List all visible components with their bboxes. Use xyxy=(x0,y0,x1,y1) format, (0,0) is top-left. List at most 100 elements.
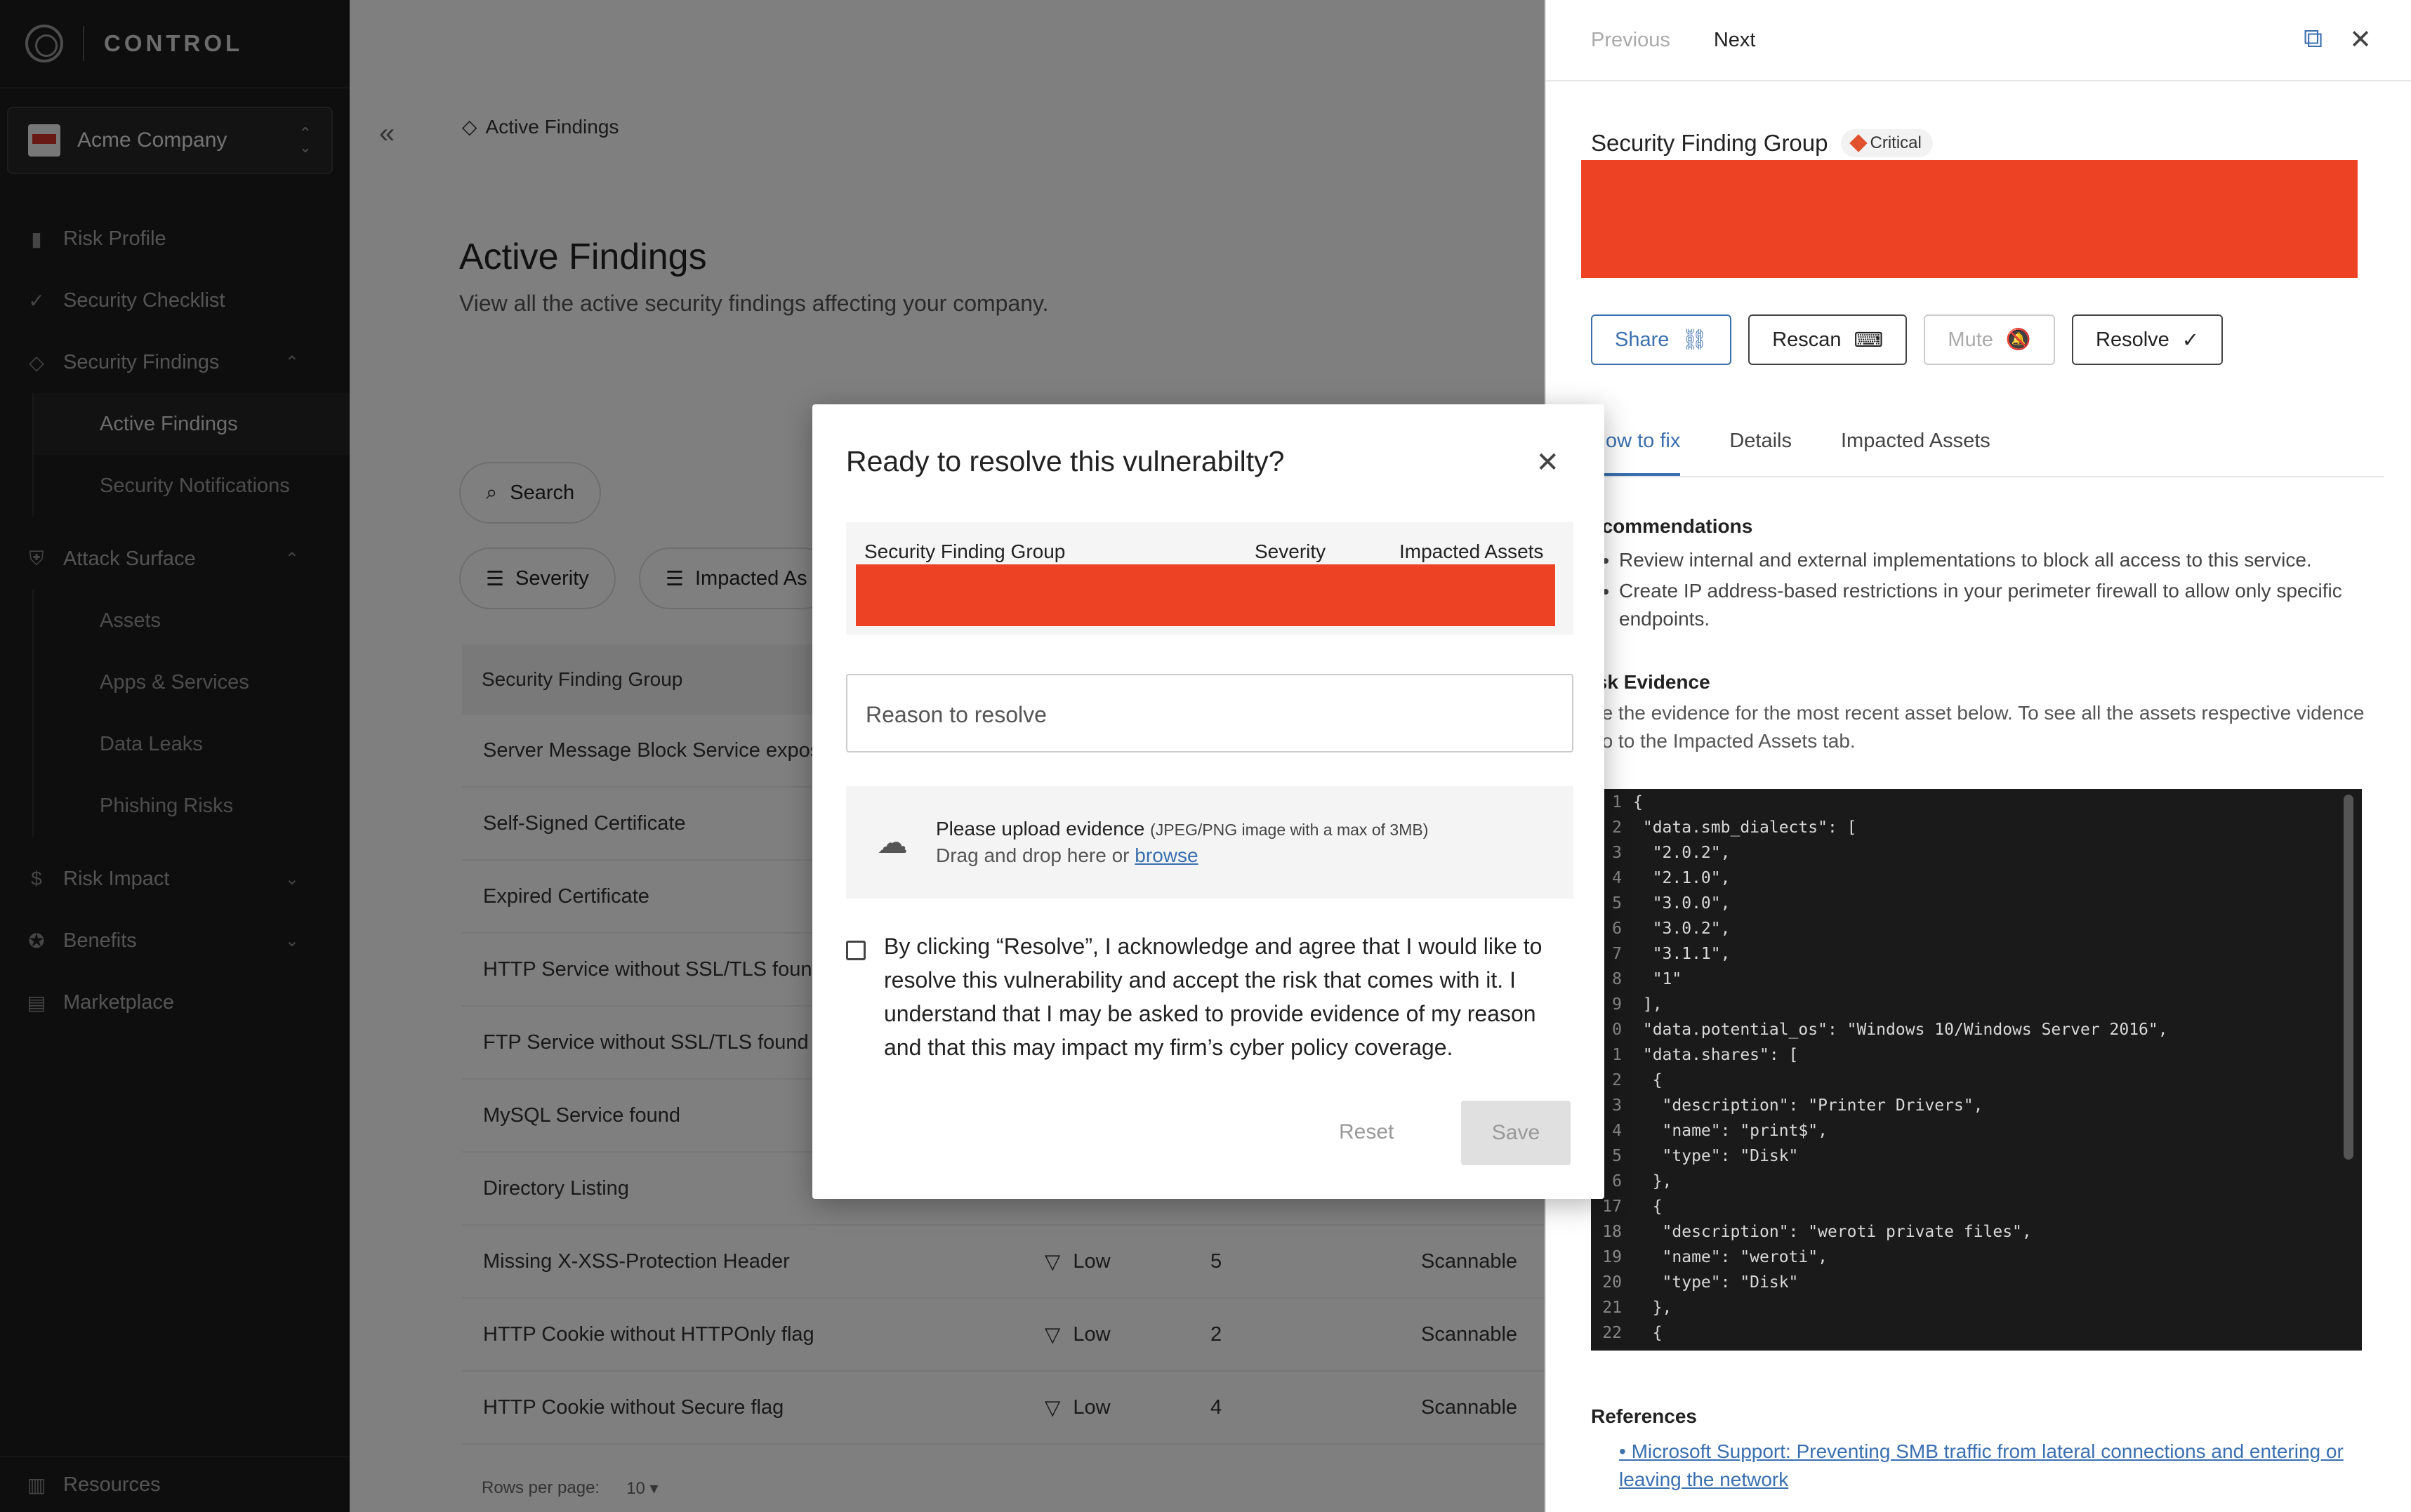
resolve-label: Resolve xyxy=(2096,328,2169,351)
link-icon: ⛓ xyxy=(1682,329,1708,351)
code-line: 22 { xyxy=(1591,1324,2362,1349)
code-line: 6 "3.0.2", xyxy=(1591,920,2362,945)
code-text: "description": "Printer Drivers", xyxy=(1633,1096,1983,1115)
code-line: 0 "data.potential_os": "Windows 10/Windo… xyxy=(1591,1021,2362,1046)
reason-input[interactable]: Reason to resolve xyxy=(846,674,1573,752)
cloud-upload-icon: ☁ xyxy=(877,825,908,860)
code-line: 2 { xyxy=(1591,1071,2362,1096)
upload-title: Please upload evidence (JPEG/PNG image w… xyxy=(936,818,1428,840)
code-text: "type": "Disk" xyxy=(1633,1273,1799,1292)
reference-link[interactable]: • Microsoft Support: Preventing SMB traf… xyxy=(1619,1438,2384,1494)
code-line: 3 "2.0.2", xyxy=(1591,844,2362,869)
save-button[interactable]: Save xyxy=(1461,1101,1571,1165)
code-text: }, xyxy=(1633,1299,1672,1317)
code-scrollbar[interactable] xyxy=(2344,795,2353,1160)
acknowledge-checkbox[interactable] xyxy=(846,941,866,960)
tab-how-to-fix[interactable]: How to fix xyxy=(1591,427,1681,476)
code-line: 18 "description": "weroti private files"… xyxy=(1591,1223,2362,1248)
recommendations-list: Review internal and external implementat… xyxy=(1619,546,2391,636)
acknowledge-row: By clicking “Resolve”, I acknowledge and… xyxy=(846,929,1576,1064)
mute-label: Mute xyxy=(1948,328,1993,351)
bell-off-icon: 🔕 xyxy=(2005,329,2031,351)
severity-badge: Critical xyxy=(1840,129,1933,157)
code-text: "name": "weroti", xyxy=(1633,1248,1828,1266)
code-line: 17 { xyxy=(1591,1198,2362,1223)
code-text: "3.1.1", xyxy=(1633,945,1731,963)
line-number: 22 xyxy=(1602,1324,1622,1342)
modal-title: Ready to resolve this vulnerabilty? xyxy=(846,445,1285,477)
column-header: Severity xyxy=(1255,541,1326,562)
browse-link[interactable]: browse xyxy=(1135,844,1198,866)
code-line: 2 "data.smb_dialects": [ xyxy=(1591,818,2362,844)
code-text: "2.1.0", xyxy=(1633,869,1731,887)
rescan-button[interactable]: Rescan ⌨ xyxy=(1748,314,1908,365)
resolve-button[interactable]: Resolve ✓ xyxy=(2072,314,2224,365)
reference-link-text: Microsoft Support: Preventing SMB traffi… xyxy=(1619,1440,2344,1490)
code-line: 3 "description": "Printer Drivers", xyxy=(1591,1096,2362,1122)
code-text: "data.potential_os": "Windows 10/Windows… xyxy=(1633,1021,2168,1039)
redacted-block xyxy=(1581,160,2358,278)
references-heading: References xyxy=(1591,1405,1697,1427)
share-button[interactable]: Share ⛓ xyxy=(1591,314,1732,365)
code-line: 5 "type": "Disk" xyxy=(1591,1147,2362,1172)
check-circle-icon: ✓ xyxy=(2181,329,2200,352)
panel-title-text: Security Finding Group xyxy=(1591,130,1828,156)
reset-button[interactable]: Reset xyxy=(1339,1120,1394,1144)
share-label: Share xyxy=(1615,328,1670,351)
line-number: 20 xyxy=(1602,1273,1622,1292)
laptop-search-icon: ⌨ xyxy=(1854,329,1884,352)
close-icon[interactable]: ✕ xyxy=(2349,24,2372,55)
code-text: "type": "Disk" xyxy=(1633,1147,1799,1165)
line-number: 17 xyxy=(1602,1198,1622,1216)
code-text: "1" xyxy=(1633,970,1682,988)
tab-impacted-assets[interactable]: Impacted Assets xyxy=(1841,427,1990,476)
line-number: 19 xyxy=(1602,1248,1622,1266)
code-line: 5 "3.0.0", xyxy=(1591,894,2362,920)
code-line: 21 }, xyxy=(1591,1299,2362,1324)
redacted-row xyxy=(856,564,1555,626)
code-text: "2.0.2", xyxy=(1633,844,1731,862)
code-line: 19 "name": "weroti", xyxy=(1591,1248,2362,1273)
code-line: 7 "3.1.1", xyxy=(1591,945,2362,970)
code-line: 20 "type": "Disk" xyxy=(1591,1273,2362,1299)
code-text: "3.0.2", xyxy=(1633,920,1731,938)
severity-badge-label: Critical xyxy=(1870,133,1922,152)
code-text: "data.smb_dialects": [ xyxy=(1633,818,1857,837)
modal-summary-table: Security Finding Group Severity Impacted… xyxy=(846,522,1573,635)
next-button[interactable]: Next xyxy=(1714,29,1756,52)
code-text: { xyxy=(1633,1198,1663,1216)
code-text: "data.shares": [ xyxy=(1633,1046,1799,1064)
evidence-description: ee the evidence for the most recent asse… xyxy=(1591,702,2365,752)
line-number: 21 xyxy=(1602,1299,1622,1317)
panel-icons: ⧉ ✕ xyxy=(2304,24,2372,55)
tab-details[interactable]: Details xyxy=(1729,427,1792,476)
code-text: "name": "print$", xyxy=(1633,1122,1828,1140)
panel-title: Security Finding Group Critical xyxy=(1591,129,1933,157)
mute-button[interactable]: Mute 🔕 xyxy=(1924,314,2055,365)
critical-icon xyxy=(1849,134,1868,152)
column-header: Security Finding Group xyxy=(864,541,1066,562)
code-text: }, xyxy=(1633,1172,1672,1191)
code-line: 4 "name": "print$", xyxy=(1591,1122,2362,1147)
rescan-label: Rescan xyxy=(1772,328,1842,351)
recommendation-item: Create IP address-based restrictions in … xyxy=(1619,577,2391,633)
code-text: { xyxy=(1633,1324,1663,1342)
code-text: ], xyxy=(1633,995,1663,1014)
line-number: 18 xyxy=(1602,1223,1622,1241)
code-line: 1 "data.shares": [ xyxy=(1591,1046,2362,1071)
open-external-icon[interactable]: ⧉ xyxy=(2304,24,2323,55)
code-line: 4 "2.1.0", xyxy=(1591,869,2362,894)
code-text: "3.0.0", xyxy=(1633,894,1731,913)
evidence-dropzone[interactable]: ☁ Please upload evidence (JPEG/PNG image… xyxy=(846,786,1573,898)
code-line: 8 "1" xyxy=(1591,970,2362,995)
code-line: 1{ xyxy=(1591,793,2362,818)
upload-hint: (JPEG/PNG image with a max of 3MB) xyxy=(1150,821,1429,839)
upload-title-text: Please upload evidence xyxy=(936,818,1145,840)
upload-drag-text: Drag and drop here or xyxy=(936,844,1130,866)
column-header: Impacted Assets xyxy=(1399,541,1544,562)
recommendation-item: Review internal and external implementat… xyxy=(1619,546,2391,574)
acknowledge-text: By clicking “Resolve”, I acknowledge and… xyxy=(884,934,1543,1060)
panel-nav: Previous Next ⧉ ✕ xyxy=(1546,0,2411,81)
previous-button[interactable]: Previous xyxy=(1591,29,1670,52)
close-icon[interactable]: ✕ xyxy=(1535,446,1559,479)
